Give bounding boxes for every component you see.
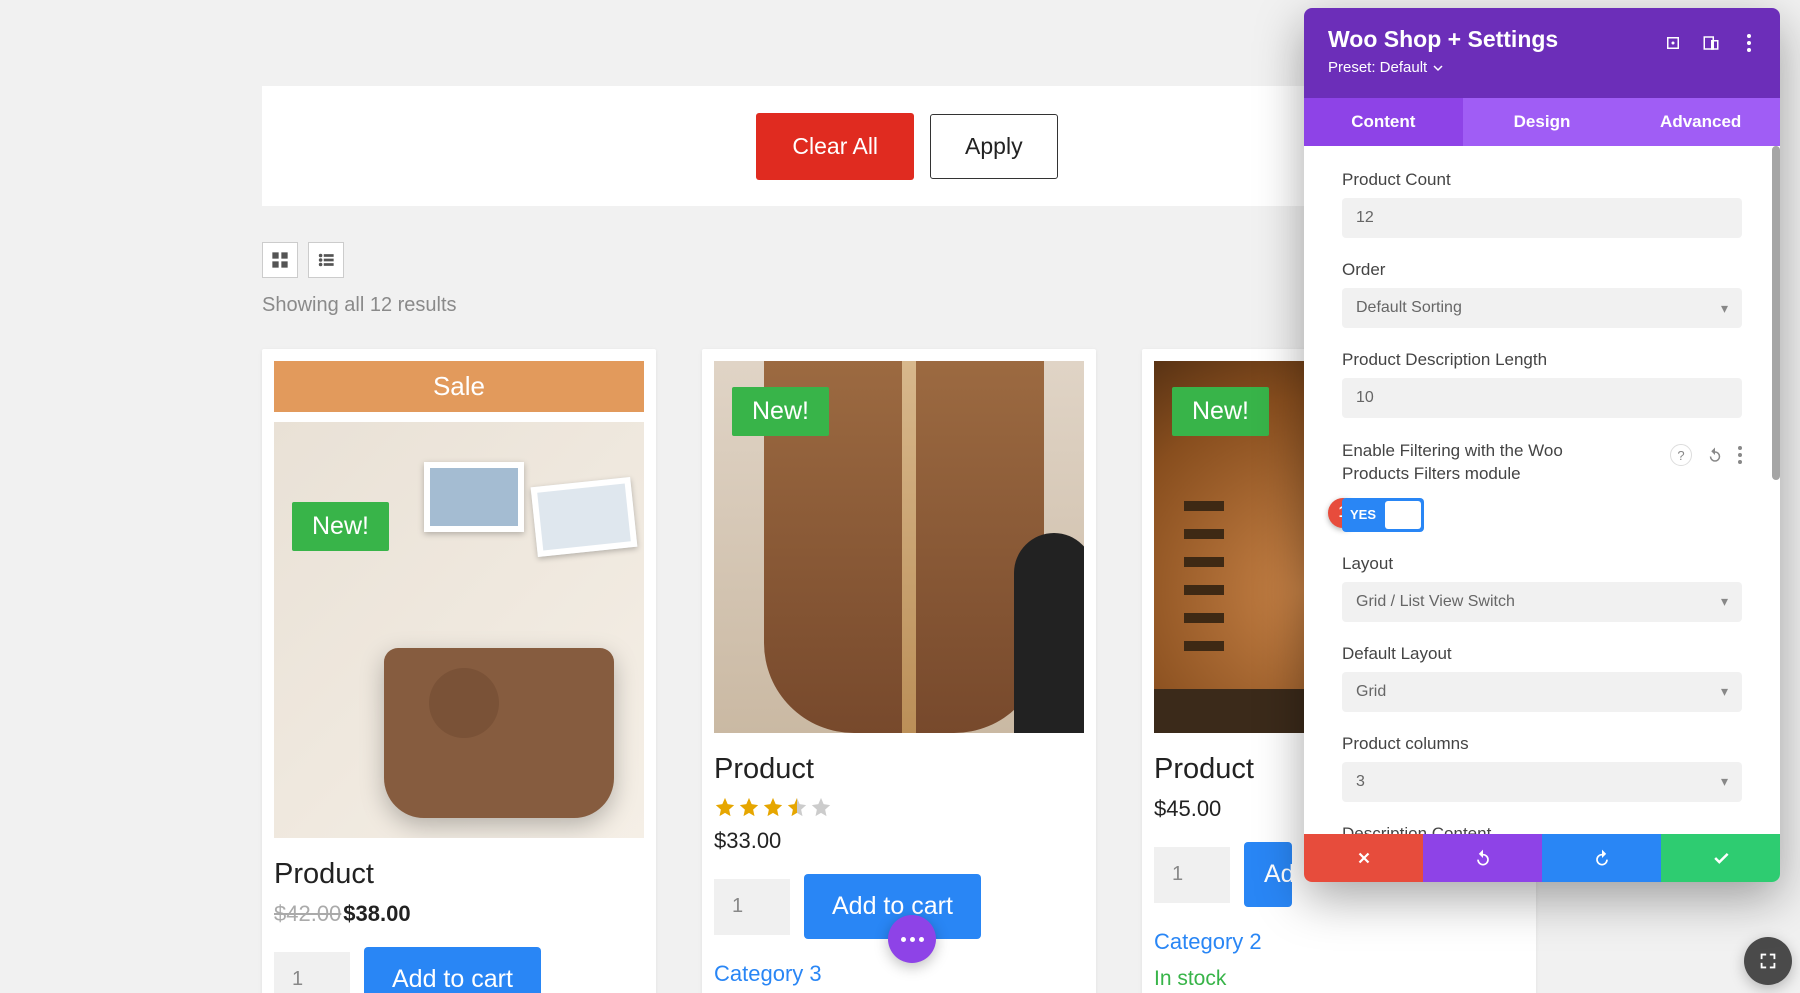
module-options-button[interactable] <box>888 915 936 963</box>
toggle-label: YES <box>1350 507 1376 522</box>
product-title[interactable]: Product <box>714 753 1084 786</box>
apply-button[interactable]: Apply <box>930 114 1058 179</box>
more-icon <box>901 937 924 942</box>
field-label: Default Layout <box>1342 644 1742 664</box>
field-label: Layout <box>1342 554 1742 574</box>
select-value: Default Sorting <box>1356 299 1462 317</box>
enable-filtering-toggle[interactable]: YES <box>1342 498 1424 532</box>
preview-icon[interactable] <box>1662 32 1684 54</box>
tab-advanced[interactable]: Advanced <box>1621 98 1780 146</box>
panel-body[interactable]: Product Count Order Default Sorting ▾ Pr… <box>1304 146 1780 834</box>
product-image[interactable]: New! <box>714 361 1084 733</box>
product-card[interactable]: New! Product $33.00 Add to cart Category… <box>702 349 1096 993</box>
field-label: Enable Filtering with the Woo Products F… <box>1342 440 1592 486</box>
field-label: Product Description Length <box>1342 350 1742 370</box>
product-card[interactable]: Sale New! Product $42.00$38.00 Add to ca… <box>262 349 656 993</box>
panel-tabs: Content Design Advanced <box>1304 98 1780 146</box>
product-title[interactable]: Product <box>274 858 644 891</box>
field-label: Product Count <box>1342 170 1742 190</box>
close-icon <box>1355 849 1373 867</box>
select-caret-icon: ▾ <box>1721 593 1728 610</box>
columns-select[interactable]: 3 ▾ <box>1342 762 1742 802</box>
product-price: $42.00$38.00 <box>274 901 644 927</box>
undo-icon <box>1473 848 1493 868</box>
field-label: Description Content <box>1342 824 1742 834</box>
quantity-stepper[interactable] <box>1154 847 1230 903</box>
select-value: 3 <box>1356 773 1365 791</box>
save-button[interactable] <box>1661 834 1780 882</box>
panel-scrollbar[interactable] <box>1772 146 1780 480</box>
more-icon[interactable] <box>1738 32 1760 54</box>
toggle-knob <box>1385 501 1421 529</box>
redo-icon <box>1592 848 1612 868</box>
grid-icon <box>271 251 289 269</box>
select-caret-icon: ▾ <box>1721 683 1728 700</box>
check-icon <box>1711 848 1731 868</box>
chevron-down-icon <box>1433 63 1443 73</box>
panel-header[interactable]: Woo Shop + Settings Preset: Default <box>1304 8 1780 98</box>
old-price: $42.00 <box>274 901 341 926</box>
preset-label: Preset: Default <box>1328 59 1427 76</box>
select-value: Grid <box>1356 683 1386 701</box>
stock-status: In stock <box>1154 967 1524 991</box>
preset-selector[interactable]: Preset: Default <box>1328 59 1756 76</box>
new-badge: New! <box>292 502 389 551</box>
expand-icon <box>1757 950 1779 972</box>
panel-footer <box>1304 834 1780 882</box>
cancel-button[interactable] <box>1304 834 1423 882</box>
description-length-input[interactable] <box>1342 378 1742 418</box>
panel-title: Woo Shop + Settings <box>1328 26 1756 53</box>
select-value: Grid / List View Switch <box>1356 593 1515 611</box>
product-count-input[interactable] <box>1342 198 1742 238</box>
quantity-stepper[interactable] <box>714 879 790 935</box>
sale-badge: Sale <box>274 361 644 412</box>
tab-design[interactable]: Design <box>1463 98 1622 146</box>
clear-all-button[interactable]: Clear All <box>756 113 914 180</box>
view-grid-button[interactable] <box>262 242 298 278</box>
add-to-cart-button[interactable]: Add to cart <box>364 947 541 993</box>
new-badge: New! <box>1172 387 1269 436</box>
tab-content[interactable]: Content <box>1304 98 1463 146</box>
expand-button[interactable] <box>1744 937 1792 985</box>
more-icon[interactable] <box>1738 446 1742 464</box>
view-list-button[interactable] <box>308 242 344 278</box>
select-caret-icon: ▾ <box>1721 300 1728 317</box>
quantity-stepper[interactable] <box>274 952 350 993</box>
new-badge: New! <box>732 387 829 436</box>
order-select[interactable]: Default Sorting ▾ <box>1342 288 1742 328</box>
default-layout-select[interactable]: Grid ▾ <box>1342 672 1742 712</box>
category-link[interactable]: Category 3 <box>714 961 822 987</box>
reset-icon[interactable] <box>1706 446 1724 464</box>
field-label: Product columns <box>1342 734 1742 754</box>
product-image[interactable]: New! <box>274 422 644 838</box>
product-price: $33.00 <box>714 828 1084 854</box>
help-icon[interactable]: ? <box>1670 444 1692 466</box>
select-caret-icon: ▾ <box>1721 773 1728 790</box>
add-to-cart-button[interactable]: Add to cart <box>1244 842 1292 907</box>
category-link[interactable]: Category 2 <box>1154 929 1262 955</box>
field-label: Order <box>1342 260 1742 280</box>
layout-select[interactable]: Grid / List View Switch ▾ <box>1342 582 1742 622</box>
product-rating <box>714 796 1084 818</box>
current-price: $38.00 <box>343 901 410 926</box>
list-icon <box>317 251 335 269</box>
redo-button[interactable] <box>1542 834 1661 882</box>
settings-panel: Woo Shop + Settings Preset: Default Cont… <box>1304 8 1780 882</box>
responsive-icon[interactable] <box>1700 32 1722 54</box>
undo-button[interactable] <box>1423 834 1542 882</box>
